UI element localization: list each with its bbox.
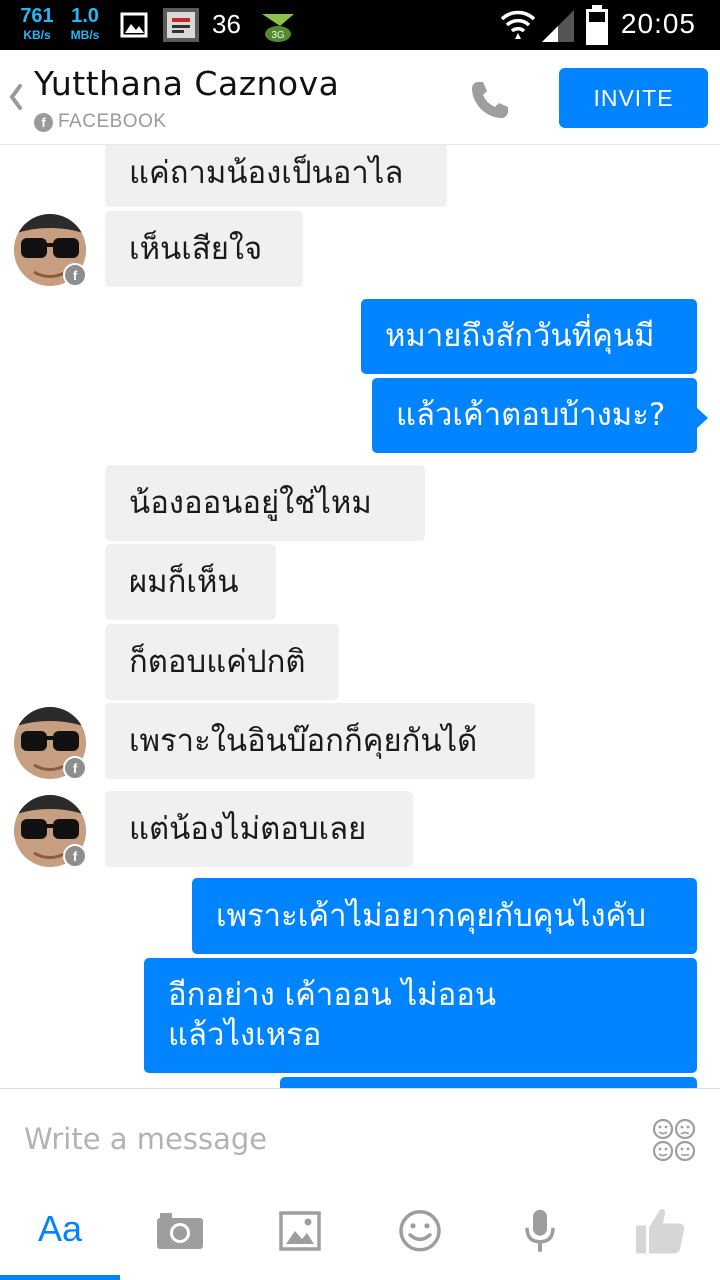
message-bubble-incoming[interactable]: ผมก็เห็น (105, 544, 276, 620)
upload-speed: 761 KB/s (16, 6, 58, 41)
conversation-header: Yutthana Caznova f FACEBOOK INVITE (0, 50, 720, 145)
3g-icon: 3G (262, 14, 294, 42)
signal-icon (542, 10, 574, 42)
battery-icon (586, 5, 608, 45)
message-bubble-incoming[interactable]: แต่น้องไม่ตอบเลย (105, 791, 413, 867)
message-bubble-incoming[interactable]: ก็ตอบแค่ปกติ (105, 624, 339, 700)
active-tab-indicator (0, 1275, 120, 1280)
download-speed-value: 1.0 (71, 5, 99, 27)
source-label: FACEBOOK (58, 111, 167, 132)
message-text: แต่น้องไม่ตอบเลย (129, 811, 367, 847)
camera-icon (157, 1213, 203, 1249)
gallery-icon (279, 1211, 321, 1251)
message-bubble-outgoing[interactable] (280, 1077, 697, 1088)
phone-call-icon[interactable] (466, 76, 514, 124)
voice-button[interactable] (480, 1186, 600, 1280)
message-text-line2: แล้วไงเหรอ (168, 1017, 322, 1053)
facebook-badge-icon: f (63, 263, 87, 287)
contact-source: f FACEBOOK (34, 110, 167, 134)
like-button[interactable] (600, 1186, 720, 1280)
message-text: หมายถึงสักวันที่คุนมี (385, 318, 655, 354)
back-chevron-icon[interactable] (6, 82, 26, 112)
microphone-icon (525, 1209, 555, 1252)
message-bubble-incoming[interactable]: เพราะในอินบ๊อกก็คุยกันได้ (105, 703, 535, 779)
app-notification-icon (163, 8, 199, 42)
svg-text:3G: 3G (271, 30, 285, 41)
invite-button[interactable]: INVITE (559, 68, 708, 128)
emoji-icon (399, 1210, 441, 1252)
message-text: เห็นเสียใจ (129, 231, 263, 267)
message-text: เพราะเค้าไม่อยากคุยกับคุนไงคับ (216, 898, 646, 934)
message-bubble-outgoing[interactable]: หมายถึงสักวันที่คุนมี (361, 299, 697, 374)
message-text: อีกอย่าง เค้าออน ไม่ออน (168, 977, 497, 1013)
text-tab[interactable]: Aa (0, 1186, 120, 1280)
message-composer (0, 1088, 720, 1187)
message-input[interactable] (24, 1119, 584, 1159)
stickers-icon[interactable] (651, 1117, 697, 1163)
emoji-button[interactable] (360, 1186, 480, 1280)
message-bubble-incoming[interactable]: เห็นเสียใจ (105, 211, 303, 287)
message-text: ก็ตอบแค่ปกติ (129, 644, 306, 680)
message-text: ผมก็เห็น (129, 564, 239, 600)
message-tail (696, 407, 708, 429)
camera-button[interactable] (120, 1186, 240, 1280)
message-bubble-outgoing[interactable]: เพราะเค้าไม่อยากคุยกับคุนไงคับ (192, 878, 697, 954)
text-tab-label: Aa (37, 1208, 83, 1249)
message-bubble-incoming[interactable]: แค่ถามน้องเป็นอาไล (105, 145, 447, 207)
notification-count: 36 (212, 9, 241, 39)
facebook-icon: f (34, 112, 53, 132)
facebook-badge-icon: f (63, 756, 87, 780)
status-bar: 761 KB/s 1.0 MB/s 36 3G 20:05 (0, 0, 720, 50)
clock: 20:05 (620, 8, 696, 39)
message-bubble-incoming[interactable]: น้องออนอยู่ใช่ไหม (105, 465, 425, 541)
facebook-badge-icon: f (63, 844, 87, 868)
message-text: เพราะในอินบ๊อกก็คุยกันได้ (129, 723, 478, 759)
composer-toolbar: Aa (0, 1186, 720, 1280)
upload-speed-unit: KB/s (23, 28, 51, 42)
message-bubble-outgoing[interactable]: อีกอย่าง เค้าออน ไม่ออน แล้วไงเหรอ (144, 958, 697, 1073)
message-list[interactable]: แค่ถามน้องเป็นอาไล f เห็นเสียใจ หมายถึงส… (0, 145, 720, 1088)
download-speed: 1.0 MB/s (64, 6, 106, 41)
thumbs-up-icon (636, 1209, 685, 1254)
message-text: แล้วเค้าตอบบ้างมะ? (396, 397, 666, 433)
image-notification-icon (120, 12, 148, 38)
message-text: แค่ถามน้องเป็นอาไล (129, 155, 404, 191)
gallery-button[interactable] (240, 1186, 360, 1280)
contact-name[interactable]: Yutthana Caznova (34, 64, 339, 103)
message-text: น้องออนอยู่ใช่ไหม (129, 485, 372, 521)
upload-speed-value: 761 (20, 5, 54, 27)
message-bubble-outgoing[interactable]: แล้วเค้าตอบบ้างมะ? (372, 378, 697, 453)
download-speed-unit: MB/s (70, 28, 100, 42)
wifi-icon (500, 10, 536, 39)
